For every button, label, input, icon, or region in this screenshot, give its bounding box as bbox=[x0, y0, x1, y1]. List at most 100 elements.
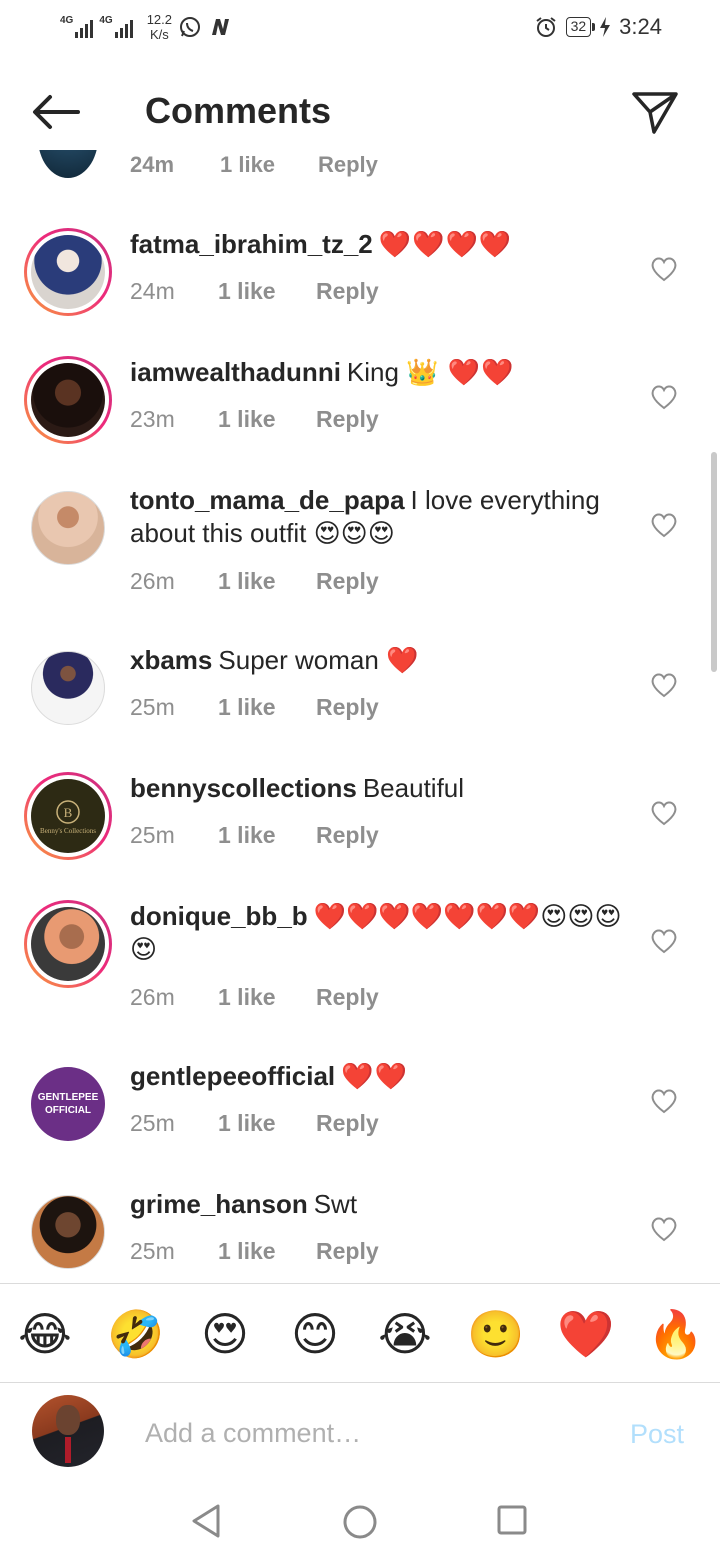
brand-logo-text: Benny's Collections bbox=[40, 827, 96, 835]
comment-username[interactable]: donique_bb_b bbox=[130, 901, 308, 931]
post-button[interactable]: Post bbox=[630, 1419, 684, 1450]
speed-value: 12.2 bbox=[146, 12, 172, 27]
reply-button[interactable]: Reply bbox=[316, 1238, 379, 1265]
avatar[interactable] bbox=[24, 228, 112, 316]
comment-likes[interactable]: 1 like bbox=[218, 694, 316, 721]
comment-emoji: ❤️❤️ bbox=[341, 1061, 408, 1091]
alarm-icon bbox=[535, 17, 556, 37]
comment-likes[interactable]: 1 like bbox=[218, 822, 316, 849]
comment-time: 25m bbox=[130, 694, 175, 720]
back-arrow-icon[interactable] bbox=[30, 92, 82, 132]
comment-text: tonto_mama_de_papa I love everything abou… bbox=[130, 484, 630, 550]
avatar-image bbox=[31, 907, 105, 981]
nav-back-icon[interactable] bbox=[190, 1503, 222, 1539]
avatar-image bbox=[31, 1195, 105, 1269]
like-heart-icon[interactable] bbox=[650, 928, 678, 954]
emoji-smile-button[interactable]: 😊 bbox=[287, 1306, 343, 1362]
reply-button[interactable]: Reply bbox=[316, 694, 379, 721]
avatar-face bbox=[56, 1405, 80, 1435]
avatar[interactable] bbox=[24, 356, 112, 444]
avatar[interactable] bbox=[24, 900, 112, 988]
comment-meta: 24m 1 like Reply bbox=[130, 278, 379, 305]
whatsapp-icon bbox=[180, 17, 200, 37]
avatar[interactable]: B Benny's Collections bbox=[24, 772, 112, 860]
system-nav-bar bbox=[0, 1483, 720, 1560]
avatar-image bbox=[31, 651, 105, 725]
comment-username[interactable]: iamwealthadunni bbox=[130, 357, 341, 387]
app-n-icon bbox=[212, 19, 229, 35]
comment-likes[interactable]: 1 like bbox=[218, 406, 316, 433]
emoji-joy-button[interactable]: 😂 bbox=[17, 1306, 73, 1362]
reply-button[interactable]: Reply bbox=[316, 568, 379, 595]
comment-username[interactable]: gentlepeeofficial bbox=[130, 1061, 335, 1091]
page-title: Comments bbox=[145, 90, 332, 131]
comment-composer: Post bbox=[0, 1383, 720, 1483]
comment-username[interactable]: xbams bbox=[130, 645, 212, 675]
like-heart-icon[interactable] bbox=[650, 1088, 678, 1114]
comment-meta: 26m 1 like Reply bbox=[130, 568, 379, 595]
comment-likes[interactable]: 1 like bbox=[218, 568, 316, 595]
avatar-image: GENTLEPEE OFFICIAL bbox=[31, 1067, 105, 1141]
avatar-image bbox=[31, 491, 105, 565]
comment-input[interactable] bbox=[145, 1411, 605, 1455]
avatar[interactable] bbox=[24, 644, 112, 732]
emoji-slight-smile-button[interactable]: 🙂 bbox=[467, 1306, 524, 1362]
reply-button[interactable]: Reply bbox=[316, 984, 379, 1011]
emoji-reaction-bar: 😂 🤣 😍 😊 😭 🙂 ❤️ 🔥 bbox=[0, 1283, 720, 1383]
nav-home-icon[interactable] bbox=[343, 1505, 377, 1539]
reply-button[interactable]: Reply bbox=[316, 406, 379, 433]
comment-time: 25m bbox=[130, 1110, 175, 1136]
emoji-rofl-button[interactable]: 🤣 bbox=[107, 1306, 164, 1362]
emoji-cry-button[interactable]: 😭 bbox=[377, 1306, 433, 1362]
reply-button[interactable]: Reply bbox=[316, 1110, 379, 1137]
status-bar: 4G 4G 12.2 K/s 32 3:24 bbox=[0, 0, 720, 58]
comment-emoji: 👑 ❤️❤️ bbox=[406, 357, 515, 387]
comment-likes[interactable]: 1 like bbox=[218, 278, 316, 305]
speed-unit: K/s bbox=[149, 27, 169, 42]
signal-icon-2: 4G bbox=[99, 15, 133, 38]
avatar-image bbox=[31, 363, 105, 437]
avatar[interactable] bbox=[24, 484, 112, 572]
network-type-2: 4G bbox=[99, 15, 113, 26]
my-avatar[interactable] bbox=[32, 1395, 104, 1467]
emoji-heart-eyes-button[interactable]: 😍 bbox=[197, 1306, 253, 1362]
comment-time: 24m bbox=[130, 278, 175, 304]
comment-list[interactable]: fatma_ibrahim_tz_2 ❤️❤️❤️❤️ 24m 1 like Re… bbox=[0, 178, 720, 1283]
charging-icon bbox=[600, 17, 611, 37]
comment-likes[interactable]: 1 like bbox=[220, 152, 275, 178]
comment-username[interactable]: bennyscollections bbox=[130, 773, 357, 803]
comment-username[interactable]: grime_hanson bbox=[130, 1189, 308, 1219]
partial-comment-row: 24m 1 like Reply bbox=[0, 150, 720, 178]
comment-likes[interactable]: 1 like bbox=[218, 984, 316, 1011]
nav-recents-icon[interactable] bbox=[497, 1505, 527, 1535]
reply-button[interactable]: Reply bbox=[316, 278, 379, 305]
like-heart-icon[interactable] bbox=[650, 1216, 678, 1242]
avatar[interactable]: GENTLEPEE OFFICIAL bbox=[24, 1060, 112, 1148]
comment-message: Beautiful bbox=[362, 773, 465, 803]
direct-message-icon[interactable] bbox=[630, 88, 680, 136]
emoji-fire-button[interactable]: 🔥 bbox=[647, 1306, 704, 1362]
comment-text: xbams Super woman ❤️ bbox=[130, 644, 630, 677]
like-heart-icon[interactable] bbox=[650, 384, 678, 410]
scrollbar[interactable] bbox=[711, 452, 717, 672]
reply-button[interactable]: Reply bbox=[318, 152, 378, 178]
avatar[interactable] bbox=[38, 150, 98, 178]
reply-button[interactable]: Reply bbox=[316, 822, 379, 849]
like-heart-icon[interactable] bbox=[650, 512, 678, 538]
comment-likes[interactable]: 1 like bbox=[218, 1238, 316, 1265]
comment-meta: 25m 1 like Reply bbox=[130, 1110, 379, 1137]
emoji-heart-button[interactable]: ❤️ bbox=[557, 1306, 614, 1362]
avatar-image bbox=[31, 235, 105, 309]
avatar[interactable] bbox=[24, 1188, 112, 1276]
comment-message: Swt bbox=[313, 1189, 358, 1219]
comment-meta: 23m 1 like Reply bbox=[130, 406, 379, 433]
comment-likes[interactable]: 1 like bbox=[218, 1110, 316, 1137]
comment-meta: 26m 1 like Reply bbox=[130, 984, 379, 1011]
avatar-text-line1: GENTLEPEE bbox=[37, 1092, 99, 1103]
comment-username[interactable]: tonto_mama_de_papa bbox=[130, 485, 405, 515]
comment-username[interactable]: fatma_ibrahim_tz_2 bbox=[130, 229, 373, 259]
comment-emoji: ❤️ bbox=[386, 645, 420, 675]
like-heart-icon[interactable] bbox=[650, 672, 678, 698]
like-heart-icon[interactable] bbox=[650, 256, 678, 282]
like-heart-icon[interactable] bbox=[650, 800, 678, 826]
